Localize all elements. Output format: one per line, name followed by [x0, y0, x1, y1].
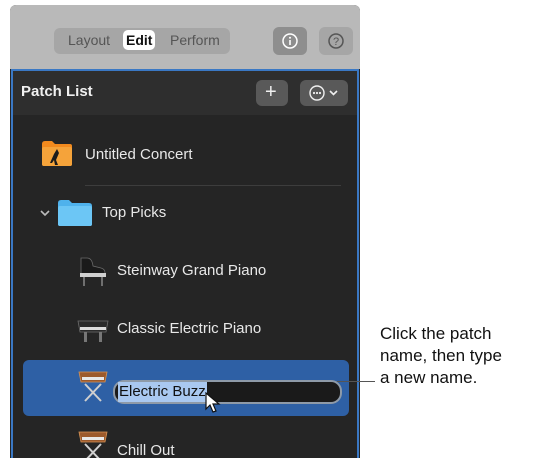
- patch-list: Patch List + Untitled Concert Top Picks …: [11, 69, 359, 458]
- patch-list-header: Patch List +: [13, 71, 357, 115]
- item-label: Chill Out: [117, 442, 175, 458]
- toolbar: Layout Edit Perform ?: [10, 5, 360, 69]
- add-patch-button[interactable]: +: [256, 80, 288, 106]
- item-label: Top Picks: [102, 204, 167, 221]
- mouse-pointer-icon: [205, 392, 221, 413]
- tab-layout[interactable]: Layout: [68, 32, 110, 48]
- folder-icon: [58, 200, 92, 226]
- ellipsis-circle-icon: [309, 85, 338, 101]
- item-label: Classic Electric Piano: [117, 320, 262, 337]
- help-icon: ?: [328, 33, 344, 49]
- callout-line: name, then type: [380, 346, 502, 365]
- list-item-electric-buzz[interactable]: Electric Buzz: [23, 360, 349, 416]
- synth-keyboard-icon: [78, 431, 108, 458]
- grand-piano-icon: [80, 257, 106, 286]
- info-icon: [282, 33, 298, 49]
- list-item-top-picks[interactable]: Top Picks: [13, 185, 357, 241]
- callout-line: a new name.: [380, 368, 478, 387]
- callout-line: Click the patch: [380, 324, 492, 343]
- list-item-steinway-grand-piano[interactable]: Steinway Grand Piano: [13, 244, 357, 300]
- info-button[interactable]: [273, 27, 307, 55]
- more-options-button[interactable]: [300, 80, 348, 106]
- concert-folder-icon: [42, 141, 72, 166]
- chevron-down-icon: [329, 90, 338, 96]
- item-label: Steinway Grand Piano: [117, 262, 267, 279]
- list-item-classic-electric-piano[interactable]: Classic Electric Piano: [13, 302, 357, 358]
- tab-edit[interactable]: Edit: [123, 30, 156, 50]
- callout-text: Click the patch name, then type a new na…: [380, 323, 530, 389]
- synth-keyboard-icon: [78, 371, 108, 402]
- list-item-chill-out[interactable]: Chill Out: [13, 418, 357, 458]
- patch-list-window: Layout Edit Perform ? Patch List + Untit…: [10, 5, 360, 458]
- callout-leader-line: [337, 381, 375, 382]
- tab-perform[interactable]: Perform: [170, 32, 220, 48]
- patch-list-title: Patch List: [21, 83, 93, 100]
- help-button[interactable]: ?: [319, 27, 353, 55]
- add-patch-label: +: [265, 81, 277, 103]
- patch-name-selected-text[interactable]: Electric Buzz: [118, 382, 207, 402]
- item-label: Untitled Concert: [85, 146, 193, 163]
- patch-name-field[interactable]: Electric Buzz: [113, 380, 342, 404]
- electric-piano-icon: [77, 320, 109, 342]
- svg-text:?: ?: [333, 36, 339, 48]
- list-item-untitled-concert[interactable]: Untitled Concert: [13, 127, 357, 183]
- chevron-down-icon[interactable]: [39, 207, 51, 219]
- view-mode-segmented-control: Layout Edit Perform: [54, 28, 230, 54]
